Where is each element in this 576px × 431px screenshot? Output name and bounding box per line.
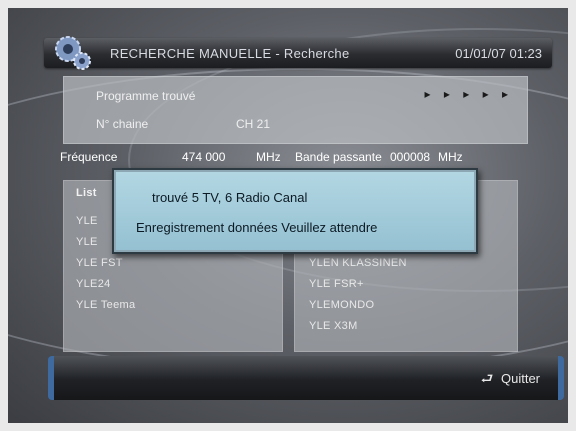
bandwidth-label: Bande passante	[295, 150, 382, 164]
quit-label: Quitter	[500, 371, 540, 386]
info-panel: Programme trouvé ▸ ▸ ▸ ▸ ▸ N° chaine CH …	[63, 76, 528, 144]
title-bar: RECHERCHE MANUELLE - Recherche 01/01/07 …	[44, 36, 552, 70]
bandwidth-value: 000008	[390, 150, 431, 164]
return-icon: ⮐	[480, 370, 494, 386]
frequency-unit: MHz	[256, 150, 281, 164]
bandwidth-unit: MHz	[438, 150, 463, 164]
quit-button[interactable]: ⮐ Quitter	[481, 368, 540, 392]
tv-list-item[interactable]: YLE	[76, 215, 98, 227]
date-time: 01/01/07 01:23	[455, 46, 542, 61]
list-header: List	[76, 187, 97, 199]
title-main: RECHERCHE MANUELLE	[110, 46, 272, 61]
frequency-value: 474 000	[182, 150, 226, 164]
tv-list-item[interactable]: YLE24	[76, 278, 111, 290]
progress-arrows: ▸ ▸ ▸ ▸ ▸	[424, 87, 513, 101]
bottom-bar: ⮐ Quitter	[48, 356, 564, 400]
title-separator: -	[275, 46, 280, 61]
tv-list-item[interactable]: YLE	[76, 236, 98, 248]
scan-result-line: trouvé 5 TV, 6 Radio Canal	[152, 190, 308, 205]
tv-list-item[interactable]: YLE Teema	[76, 299, 135, 311]
page-title: RECHERCHE MANUELLE - Recherche	[110, 46, 350, 61]
gear-icon	[55, 36, 91, 70]
scan-result-dialog: trouvé 5 TV, 6 Radio Canal Enregistremen…	[112, 168, 478, 254]
radio-list-item[interactable]: YLEMONDO	[309, 299, 374, 311]
programme-found-label: Programme trouvé	[96, 89, 196, 103]
radio-list-item[interactable]: YLEN KLASSINEN	[309, 257, 407, 269]
radio-list-item[interactable]: YLE FSR+	[309, 278, 364, 290]
saving-message-line: Enregistrement données Veuillez attendre	[136, 220, 378, 235]
channel-number-label: N° chaine	[96, 117, 149, 131]
tv-screen: RECHERCHE MANUELLE - Recherche 01/01/07 …	[8, 8, 568, 423]
radio-list-item[interactable]: YLE X3M	[309, 320, 358, 332]
title-sub: Recherche	[283, 46, 350, 61]
frequency-label: Fréquence	[60, 150, 118, 164]
tv-list-item[interactable]: YLE FST	[76, 257, 123, 269]
frequency-row: Fréquence 474 000 MHz Bande passante 000…	[60, 150, 530, 168]
channel-number-value: CH 21	[236, 117, 271, 131]
